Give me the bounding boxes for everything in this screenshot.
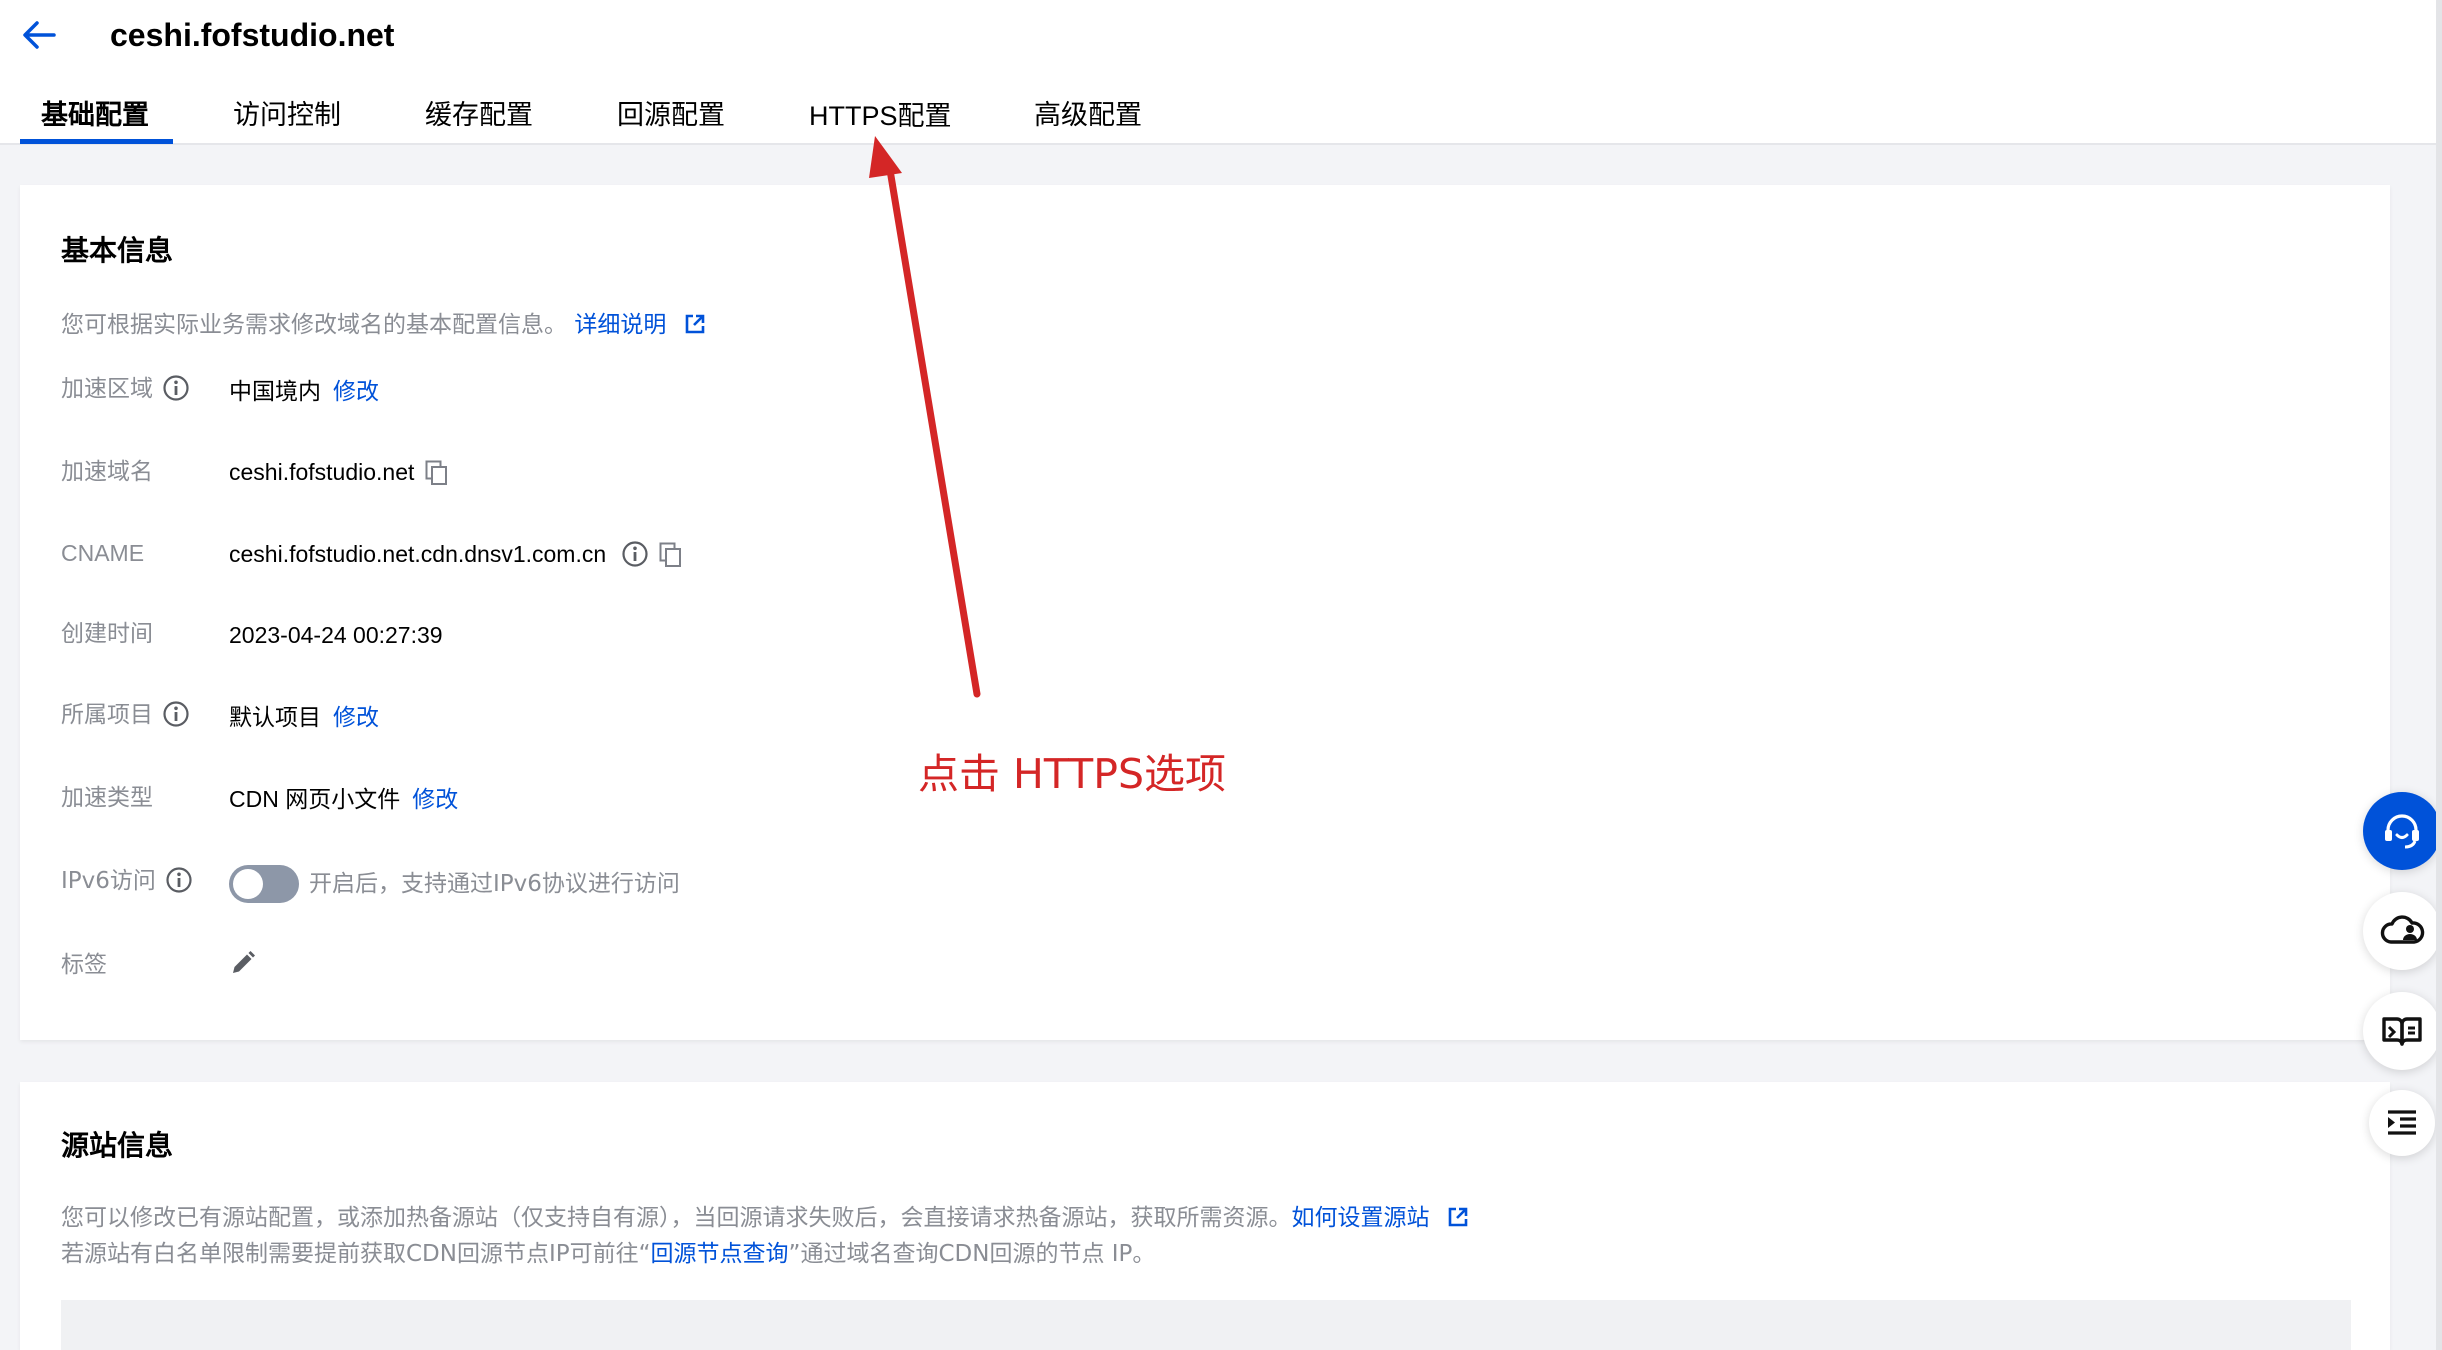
cloud-user-icon (2380, 915, 2425, 944)
annotation-text: 点击 HTTPS选项 (918, 750, 1226, 798)
book-icon (2382, 1017, 2422, 1046)
cloud-service-button[interactable] (2363, 892, 2441, 970)
scrollbar-track[interactable] (2436, 0, 2442, 1350)
support-button[interactable] (2363, 792, 2441, 870)
list-indent-icon (2388, 1110, 2416, 1135)
annotation-arrow (869, 136, 981, 698)
docs-button[interactable] (2363, 992, 2441, 1070)
collapse-menu-button[interactable] (2369, 1090, 2435, 1156)
headset-icon (2385, 814, 2419, 849)
